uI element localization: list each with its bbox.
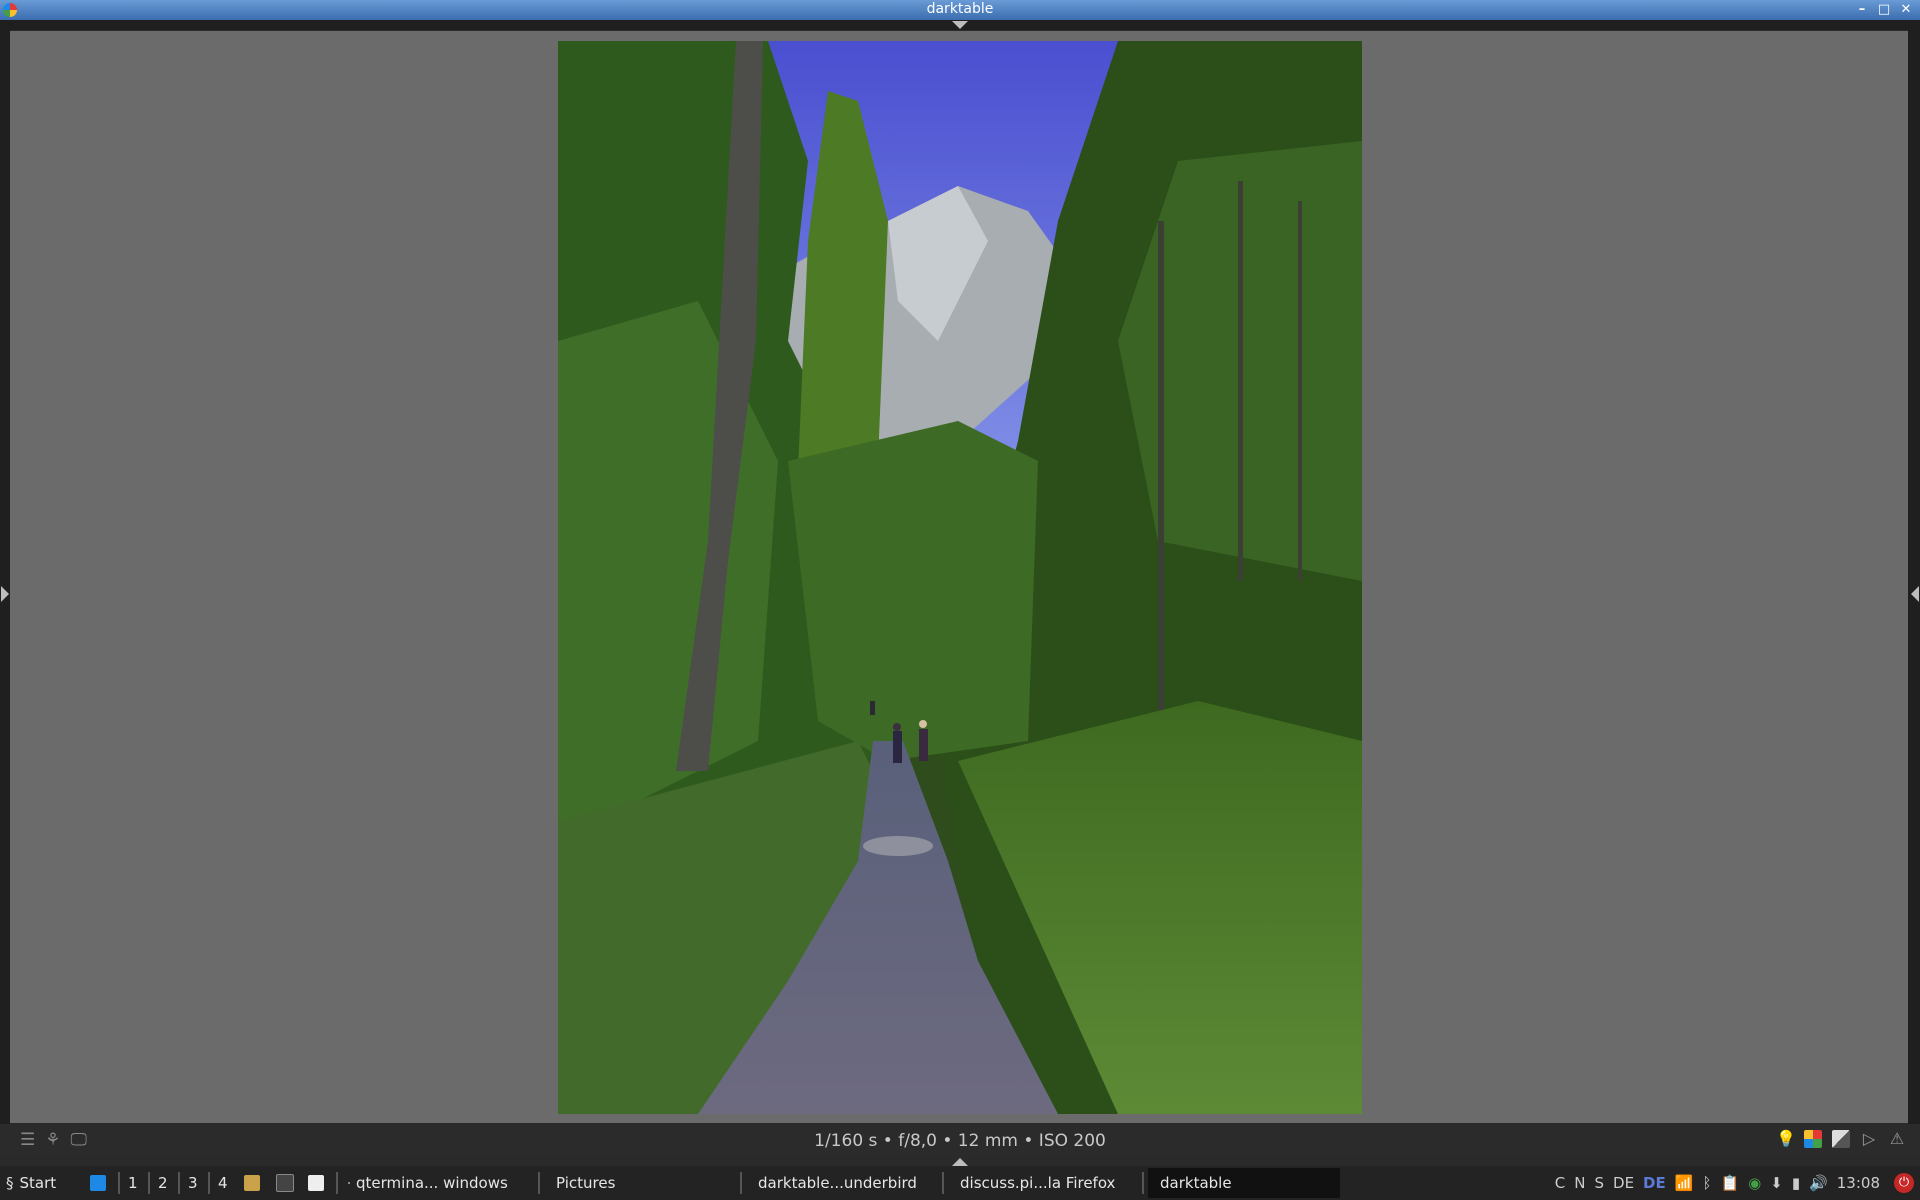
task-label: darktable bbox=[1160, 1174, 1232, 1192]
clipboard-icon[interactable]: 📋 bbox=[1720, 1174, 1739, 1192]
color-assessment-icon[interactable] bbox=[1804, 1130, 1822, 1148]
workspace-3[interactable]: 3 bbox=[188, 1166, 198, 1200]
start-label: Start bbox=[19, 1174, 57, 1192]
power-icon[interactable]: ⏻ bbox=[1894, 1173, 1914, 1193]
editor-launcher[interactable] bbox=[308, 1166, 324, 1200]
bottom-info-bar: ☰ ⚘ 🖵 1/160 s • f/8,0 • 12 mm • ISO 200 … bbox=[0, 1124, 1920, 1156]
left-panel-collapsed bbox=[0, 30, 10, 1124]
show-desktop-button[interactable] bbox=[90, 1166, 106, 1200]
maximize-icon[interactable]: □ bbox=[1876, 0, 1892, 20]
task-pictures[interactable]: Pictures bbox=[544, 1168, 740, 1198]
workspace-label: 4 bbox=[218, 1174, 228, 1192]
workspace-label: 2 bbox=[158, 1174, 168, 1192]
close-icon[interactable]: ✕ bbox=[1898, 0, 1914, 20]
tray-lock-s[interactable]: S bbox=[1594, 1174, 1604, 1192]
file-manager-launcher[interactable] bbox=[244, 1166, 260, 1200]
task-label: Pictures bbox=[556, 1174, 616, 1192]
bottom-panel-toggle-icon[interactable] bbox=[952, 1158, 968, 1166]
clock[interactable]: 13:08 bbox=[1837, 1174, 1880, 1192]
workspace-1[interactable]: 1 bbox=[128, 1166, 138, 1200]
battery-icon[interactable]: ▮ bbox=[1792, 1174, 1800, 1192]
workspace-4[interactable]: 4 bbox=[218, 1166, 228, 1200]
task-firefox[interactable]: discuss.pi...la Firefox bbox=[948, 1168, 1144, 1198]
right-panel-collapsed bbox=[1908, 30, 1920, 1124]
tray-lock-c[interactable]: C bbox=[1555, 1174, 1565, 1192]
top-panel-toggle-icon[interactable] bbox=[952, 21, 968, 29]
update-icon[interactable]: ⬇ bbox=[1770, 1174, 1783, 1192]
exposure-info: 1/160 s • f/8,0 • 12 mm • ISO 200 bbox=[814, 1131, 1106, 1151]
bulb-icon[interactable]: 💡 bbox=[1776, 1130, 1796, 1148]
window-title-bar[interactable]: darktable – □ ✕ bbox=[0, 0, 1920, 20]
task-label: qtermina... windows bbox=[356, 1174, 508, 1192]
taskbar: § Start 1 2 3 4 qtermina... windows Pict… bbox=[0, 1166, 1920, 1200]
softproof-icon[interactable] bbox=[1832, 1130, 1850, 1148]
wifi-icon[interactable]: 📶 bbox=[1675, 1174, 1694, 1192]
forest-path-photo bbox=[558, 41, 1362, 1114]
warning-icon[interactable]: ⚠ bbox=[1888, 1130, 1906, 1148]
keyboard-layout[interactable]: DE bbox=[1643, 1174, 1666, 1192]
task-label: discuss.pi...la Firefox bbox=[960, 1174, 1116, 1192]
volume-icon[interactable]: 🔊 bbox=[1809, 1174, 1828, 1192]
terminal-launcher[interactable] bbox=[276, 1166, 294, 1200]
desktop-icon bbox=[90, 1175, 106, 1191]
system-tray: C N S DE DE 📶 ᛒ 📋 ◉ ⬇ ▮ 🔊 13:08 bbox=[1555, 1166, 1880, 1200]
gamut-check-icon[interactable]: ▷ bbox=[1860, 1130, 1878, 1148]
bluetooth-icon[interactable]: ᛒ bbox=[1702, 1174, 1711, 1192]
start-button[interactable]: § Start bbox=[6, 1166, 56, 1200]
task-thunderbird[interactable]: darktable...underbird bbox=[746, 1168, 942, 1198]
file-manager-icon bbox=[244, 1175, 260, 1191]
sync-icon[interactable]: ◉ bbox=[1748, 1174, 1761, 1192]
text-editor-icon bbox=[308, 1175, 324, 1191]
start-icon: § bbox=[6, 1174, 14, 1192]
workspace-label: 1 bbox=[128, 1174, 138, 1192]
minimize-icon[interactable]: – bbox=[1854, 0, 1870, 20]
task-qterminal[interactable]: qtermina... windows bbox=[342, 1168, 538, 1198]
left-panel-toggle-icon[interactable] bbox=[1, 586, 9, 602]
terminal-icon bbox=[348, 1182, 350, 1184]
task-label: darktable...underbird bbox=[758, 1174, 917, 1192]
right-panel-toggle-icon[interactable] bbox=[1911, 586, 1919, 602]
task-darktable[interactable]: darktable bbox=[1148, 1168, 1340, 1198]
tray-lock-n[interactable]: N bbox=[1574, 1174, 1585, 1192]
terminal-icon bbox=[276, 1174, 294, 1192]
workspace-label: 3 bbox=[188, 1174, 198, 1192]
workspace-2[interactable]: 2 bbox=[158, 1166, 168, 1200]
tray-lock-de[interactable]: DE bbox=[1613, 1174, 1634, 1192]
window-title: darktable bbox=[926, 1, 994, 17]
photo-preview[interactable] bbox=[558, 41, 1362, 1114]
